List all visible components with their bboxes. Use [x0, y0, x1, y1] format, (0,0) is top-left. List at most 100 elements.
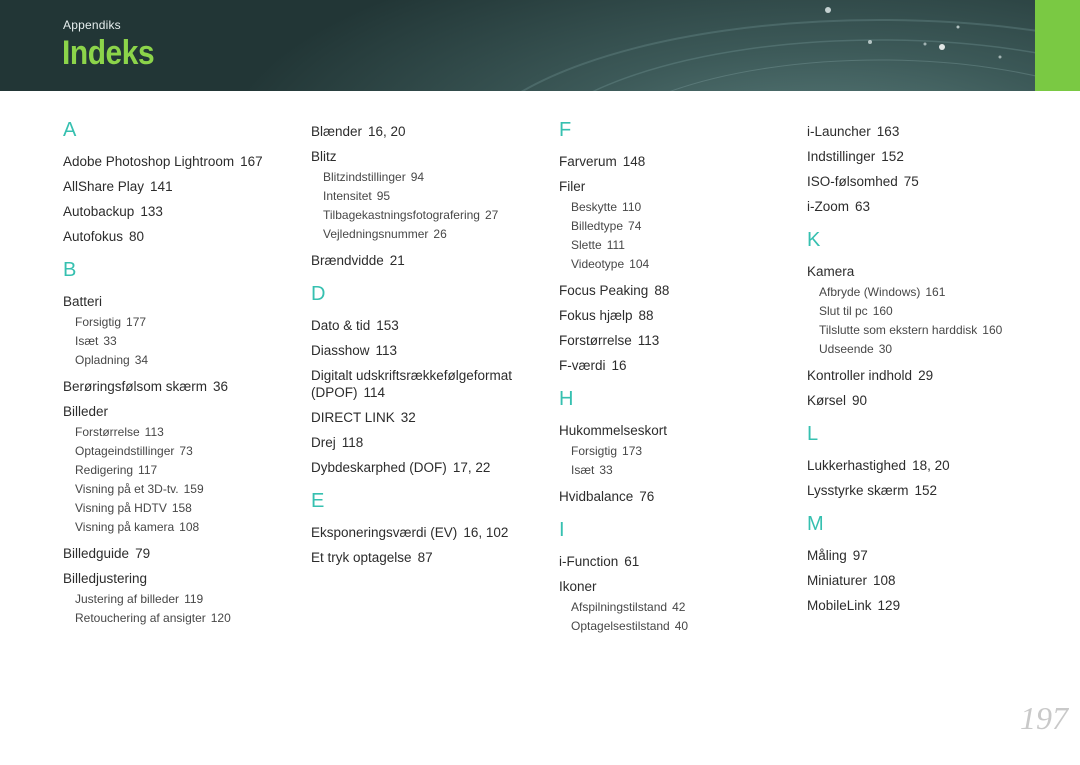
- index-entry: Batteri: [63, 293, 298, 310]
- index-subentry: Udseende 30: [807, 340, 1042, 359]
- index-letter-heading: E: [311, 490, 325, 512]
- index-entry: Kamera: [807, 263, 1042, 280]
- index-subentry: Isæt 33: [559, 461, 794, 480]
- index-entry: MobileLink 129: [807, 597, 1042, 614]
- index-page-ref: 104: [629, 257, 650, 271]
- index-page-ref: 63: [855, 199, 871, 214]
- index-entry: Hvidbalance 76: [559, 488, 794, 505]
- index-subentries: Afbryde (Windows) 161 Slut til pc 160 Tilslu…: [807, 283, 1042, 359]
- index-term: Farverum: [559, 154, 617, 169]
- index-term: i-Launcher: [807, 124, 871, 139]
- index-subentries: Blitzindstillinger 94 Intensitet 95 Tilbagek…: [311, 168, 546, 244]
- index-entry: i-Launcher 163: [807, 123, 1042, 140]
- index-term: Filer: [559, 179, 586, 194]
- index-page-ref: 33: [103, 334, 117, 348]
- index-subterm: Tilslutte som ekstern harddisk: [819, 323, 978, 337]
- index-page-ref: 152: [881, 149, 904, 164]
- index-term: Hvidbalance: [559, 489, 634, 504]
- index-term: Brændvidde: [311, 253, 384, 268]
- index-subentry: Justering af billeder 119: [63, 590, 298, 609]
- index-term: Dato & tid: [311, 318, 371, 333]
- index-column-4: i-Launcher 163 Indstillinger 152 ISO-følsomh…: [807, 115, 1042, 614]
- index-term: Autobackup: [63, 204, 135, 219]
- index-page-ref: 32: [400, 410, 416, 425]
- index-page-ref: 33: [599, 463, 613, 477]
- index-entry: Lukkerhastighed 18, 20: [807, 457, 1042, 474]
- index-term: F-værdi: [559, 358, 606, 373]
- index-entry: Miniaturer 108: [807, 572, 1042, 589]
- header-banner: Appendiks Indeks: [0, 0, 1080, 91]
- index-term: Et tryk optagelse: [311, 550, 412, 565]
- index-subterm: Afspilningstilstand: [571, 600, 668, 614]
- index-page-ref: 42: [672, 600, 686, 614]
- index-page-ref: 108: [873, 573, 896, 588]
- index-subentry: Redigering 117: [63, 461, 298, 480]
- index-term: Kamera: [807, 264, 855, 279]
- index-page-ref: 133: [140, 204, 163, 219]
- index-term: i-Function: [559, 554, 619, 569]
- index-column-1: A Adobe Photoshop Lightroom 167 AllShare Pl…: [63, 115, 298, 628]
- index-page-ref: 74: [628, 219, 642, 233]
- index-entry: Focus Peaking 88: [559, 282, 794, 299]
- index-term: Kontroller indhold: [807, 368, 913, 383]
- index-subentry: Billedtype 74: [559, 217, 794, 236]
- index-page-ref: 141: [150, 179, 173, 194]
- index-entry: Billedjustering: [63, 570, 298, 587]
- index-page-ref: 18, 20: [912, 458, 950, 473]
- index-term: Lysstyrke skærm: [807, 483, 909, 498]
- index-column-2: Blænder 16, 20 Blitz Blitzindstillinger 94 In…: [311, 115, 546, 566]
- index-term: Miniaturer: [807, 573, 868, 588]
- index-subterm: Billedtype: [571, 219, 624, 233]
- index-entry: Et tryk optagelse 87: [311, 549, 546, 566]
- index-letter-heading: L: [807, 423, 819, 445]
- index-page-ref: 34: [134, 353, 149, 367]
- index-entry: Autobackup 133: [63, 203, 298, 220]
- index-page-ref: 161: [925, 285, 946, 299]
- index-page-ref: 95: [376, 189, 391, 203]
- index-page-ref: 113: [637, 333, 660, 348]
- index-entry: Forstørrelse 113: [559, 332, 794, 349]
- index-subentry: Intensitet 95: [311, 187, 546, 206]
- index-subterm: Forstørrelse: [75, 425, 140, 439]
- index-page-ref: 90: [852, 393, 868, 408]
- index-subterm: Isæt: [75, 334, 99, 348]
- index-entry: Filer: [559, 178, 794, 195]
- index-page-ref: 113: [144, 425, 164, 439]
- index-letter-heading: K: [807, 229, 821, 251]
- index-subentries: Forstørrelse 113 Optageindstillinger 73 Redi…: [63, 423, 298, 537]
- index-term: i-Zoom: [807, 199, 850, 214]
- index-page-ref: 177: [126, 315, 147, 329]
- index-entry: Diasshow 113: [311, 342, 546, 359]
- index-subentry: Blitzindstillinger 94: [311, 168, 546, 187]
- index-page-ref: 16: [611, 358, 627, 373]
- index-subentries: Justering af billeder 119 Retouchering af …: [63, 590, 298, 628]
- index-entry: ISO-følsomhed 75: [807, 173, 1042, 190]
- index-subentry: Tilbagekastningsfotografering 27: [311, 206, 546, 225]
- index-entry: Drej 118: [311, 434, 546, 451]
- index-term: MobileLink: [807, 598, 872, 613]
- index-letter-heading: D: [311, 283, 326, 305]
- index-subentry: Afbryde (Windows) 161: [807, 283, 1042, 302]
- index-entry: Blænder 16, 20: [311, 123, 546, 140]
- chapter-tab: [1035, 0, 1080, 91]
- index-subentry: Forsigtig 177: [63, 313, 298, 332]
- index-entry: i-Zoom 63: [807, 198, 1042, 215]
- index-subterm: Tilbagekastningsfotografering: [323, 208, 480, 222]
- index-subentry: Isæt 33: [63, 332, 298, 351]
- index-entry: Farverum 148: [559, 153, 794, 170]
- index-subterm: Beskytte: [571, 200, 618, 214]
- index-subentries: Afspilningstilstand 42 Optagelsestilstand 4…: [559, 598, 794, 636]
- index-page-ref: 167: [240, 154, 263, 169]
- index-subterm: Videotype: [571, 257, 625, 271]
- index-subentry: Visning på kamera 108: [63, 518, 298, 537]
- index-subentries: Beskytte 110 Billedtype 74 Slette 111 Videotyp…: [559, 198, 794, 274]
- index-page-ref: 129: [877, 598, 901, 613]
- index-term: DIRECT LINK: [311, 410, 395, 425]
- index-entry: Indstillinger 152: [807, 148, 1042, 165]
- index-entry: Fokus hjælp 88: [559, 307, 794, 324]
- index-term: Billedjustering: [63, 571, 148, 586]
- index-entry: Billeder: [63, 403, 298, 420]
- index-page-ref: 26: [433, 227, 447, 241]
- index-page-ref: 153: [376, 318, 399, 333]
- index-page-ref: 29: [918, 368, 934, 383]
